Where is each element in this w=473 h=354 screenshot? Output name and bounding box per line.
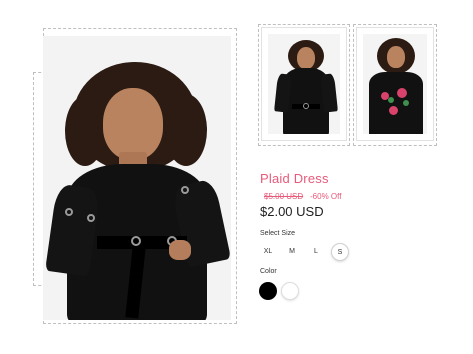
main-product-image[interactable] [43, 36, 231, 320]
model-figure [43, 36, 231, 320]
color-swatch-white[interactable] [281, 282, 299, 300]
thumbnail-2-image [363, 34, 427, 134]
thumbnail-2[interactable] [356, 27, 434, 141]
size-option-l[interactable]: L [307, 243, 325, 261]
discount-badge: -60% Off [310, 192, 342, 201]
embroidery-green [388, 97, 394, 103]
size-option-xl[interactable]: XL [259, 243, 277, 261]
color-label: Color [260, 268, 277, 275]
size-option-s[interactable]: S [331, 243, 349, 261]
color-swatch-black[interactable] [259, 282, 277, 300]
current-price: $2.00 USD [260, 204, 324, 219]
thumbnail-1[interactable] [261, 27, 347, 141]
size-option-m[interactable]: M [283, 243, 301, 261]
product-title: Plaid Dress [260, 171, 329, 186]
size-label: Select Size [260, 230, 296, 237]
thumbnail-1-image [268, 34, 340, 134]
original-price: $5.00 USD [264, 192, 304, 201]
